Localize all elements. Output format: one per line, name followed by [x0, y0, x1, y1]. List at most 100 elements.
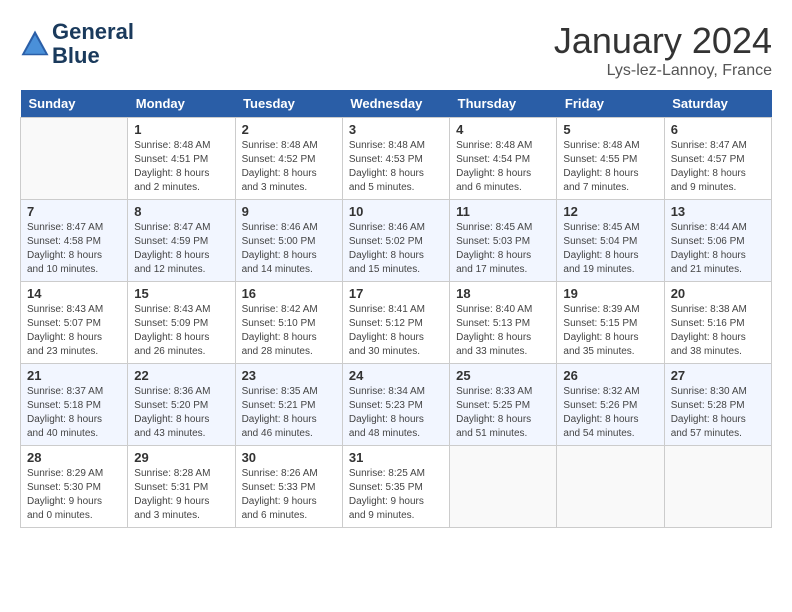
- day-info: Sunrise: 8:44 AMSunset: 5:06 PMDaylight:…: [671, 221, 765, 277]
- day-number: 4: [456, 122, 550, 137]
- day-info: Sunrise: 8:43 AMSunset: 5:07 PMDaylight:…: [27, 303, 121, 359]
- day-info: Sunrise: 8:45 AMSunset: 5:04 PMDaylight:…: [563, 221, 657, 277]
- day-info: Sunrise: 8:40 AMSunset: 5:13 PMDaylight:…: [456, 303, 550, 359]
- day-info: Sunrise: 8:26 AMSunset: 5:33 PMDaylight:…: [242, 467, 336, 523]
- day-number: 18: [456, 286, 550, 301]
- day-info: Sunrise: 8:34 AMSunset: 5:23 PMDaylight:…: [349, 385, 443, 441]
- day-info: Sunrise: 8:35 AMSunset: 5:21 PMDaylight:…: [242, 385, 336, 441]
- day-number: 24: [349, 368, 443, 383]
- day-info: Sunrise: 8:48 AMSunset: 4:55 PMDaylight:…: [563, 139, 657, 195]
- logo-line2: Blue: [52, 44, 134, 68]
- day-number: 8: [134, 204, 228, 219]
- day-info: Sunrise: 8:41 AMSunset: 5:12 PMDaylight:…: [349, 303, 443, 359]
- day-info: Sunrise: 8:25 AMSunset: 5:35 PMDaylight:…: [349, 467, 443, 523]
- calendar-cell: 17 Sunrise: 8:41 AMSunset: 5:12 PMDayligh…: [342, 282, 449, 364]
- day-info: Sunrise: 8:46 AMSunset: 5:02 PMDaylight:…: [349, 221, 443, 277]
- calendar-cell: [664, 446, 771, 528]
- day-number: 20: [671, 286, 765, 301]
- day-number: 16: [242, 286, 336, 301]
- day-number: 26: [563, 368, 657, 383]
- day-number: 12: [563, 204, 657, 219]
- day-number: 13: [671, 204, 765, 219]
- calendar-cell: 2Sunrise: 8:48 AMSunset: 4:52 PMDaylight…: [235, 118, 342, 200]
- day-info: Sunrise: 8:48 AMSunset: 4:52 PMDaylight:…: [242, 139, 336, 195]
- calendar-table: SundayMondayTuesdayWednesdayThursdayFrid…: [20, 90, 772, 528]
- calendar-cell: 28 Sunrise: 8:29 AMSunset: 5:30 PMDayligh…: [21, 446, 128, 528]
- column-header-thursday: Thursday: [450, 90, 557, 118]
- day-number: 23: [242, 368, 336, 383]
- calendar-cell: 9 Sunrise: 8:46 AMSunset: 5:00 PMDaylight…: [235, 200, 342, 282]
- location: Lys-lez-Lannoy, France: [554, 62, 772, 80]
- day-info: Sunrise: 8:33 AMSunset: 5:25 PMDaylight:…: [456, 385, 550, 441]
- day-info: Sunrise: 8:29 AMSunset: 5:30 PMDaylight:…: [27, 467, 121, 523]
- day-info: Sunrise: 8:42 AMSunset: 5:10 PMDaylight:…: [242, 303, 336, 359]
- day-info: Sunrise: 8:32 AMSunset: 5:26 PMDaylight:…: [563, 385, 657, 441]
- day-info: Sunrise: 8:28 AMSunset: 5:31 PMDaylight:…: [134, 467, 228, 523]
- calendar-cell: 24 Sunrise: 8:34 AMSunset: 5:23 PMDayligh…: [342, 364, 449, 446]
- calendar-cell: 12 Sunrise: 8:45 AMSunset: 5:04 PMDayligh…: [557, 200, 664, 282]
- page-header: General Blue January 2024 Lys-lez-Lannoy…: [20, 20, 772, 80]
- day-info: Sunrise: 8:45 AMSunset: 5:03 PMDaylight:…: [456, 221, 550, 277]
- calendar-cell: 31 Sunrise: 8:25 AMSunset: 5:35 PMDayligh…: [342, 446, 449, 528]
- calendar-cell: 8Sunrise: 8:47 AMSunset: 4:59 PMDaylight…: [128, 200, 235, 282]
- calendar-week-row: 14 Sunrise: 8:43 AMSunset: 5:07 PMDayligh…: [21, 282, 772, 364]
- day-info: Sunrise: 8:37 AMSunset: 5:18 PMDaylight:…: [27, 385, 121, 441]
- calendar-cell: 4 Sunrise: 8:48 AMSunset: 4:54 PMDaylight…: [450, 118, 557, 200]
- day-info: Sunrise: 8:43 AMSunset: 5:09 PMDaylight:…: [134, 303, 228, 359]
- day-info: Sunrise: 8:38 AMSunset: 5:16 PMDaylight:…: [671, 303, 765, 359]
- calendar-cell: 21 Sunrise: 8:37 AMSunset: 5:18 PMDayligh…: [21, 364, 128, 446]
- calendar-cell: 15 Sunrise: 8:43 AMSunset: 5:09 PMDayligh…: [128, 282, 235, 364]
- day-number: 14: [27, 286, 121, 301]
- calendar-cell: 16 Sunrise: 8:42 AMSunset: 5:10 PMDayligh…: [235, 282, 342, 364]
- day-number: 31: [349, 450, 443, 465]
- calendar-cell: 13 Sunrise: 8:44 AMSunset: 5:06 PMDayligh…: [664, 200, 771, 282]
- day-number: 9: [242, 204, 336, 219]
- day-info: Sunrise: 8:48 AMSunset: 4:54 PMDaylight:…: [456, 139, 550, 195]
- calendar-cell: 10Sunrise: 8:46 AMSunset: 5:02 PMDayligh…: [342, 200, 449, 282]
- day-number: 1: [134, 122, 228, 137]
- day-number: 7: [27, 204, 121, 219]
- calendar-cell: 6 Sunrise: 8:47 AMSunset: 4:57 PMDaylight…: [664, 118, 771, 200]
- day-number: 25: [456, 368, 550, 383]
- day-info: Sunrise: 8:46 AMSunset: 5:00 PMDaylight:…: [242, 221, 336, 277]
- day-info: Sunrise: 8:48 AMSunset: 4:53 PMDaylight:…: [349, 139, 443, 195]
- day-number: 6: [671, 122, 765, 137]
- calendar-week-row: 28 Sunrise: 8:29 AMSunset: 5:30 PMDayligh…: [21, 446, 772, 528]
- day-number: 22: [134, 368, 228, 383]
- day-number: 11: [456, 204, 550, 219]
- day-info: Sunrise: 8:39 AMSunset: 5:15 PMDaylight:…: [563, 303, 657, 359]
- column-header-tuesday: Tuesday: [235, 90, 342, 118]
- calendar-cell: 22 Sunrise: 8:36 AMSunset: 5:20 PMDayligh…: [128, 364, 235, 446]
- calendar-cell: 1 Sunrise: 8:48 AMSunset: 4:51 PMDaylight…: [128, 118, 235, 200]
- calendar-cell: [21, 118, 128, 200]
- column-header-wednesday: Wednesday: [342, 90, 449, 118]
- logo-icon: [20, 29, 50, 59]
- calendar-cell: 30 Sunrise: 8:26 AMSunset: 5:33 PMDayligh…: [235, 446, 342, 528]
- day-info: Sunrise: 8:30 AMSunset: 5:28 PMDaylight:…: [671, 385, 765, 441]
- calendar-cell: 14 Sunrise: 8:43 AMSunset: 5:07 PMDayligh…: [21, 282, 128, 364]
- calendar-cell: 20 Sunrise: 8:38 AMSunset: 5:16 PMDayligh…: [664, 282, 771, 364]
- day-number: 19: [563, 286, 657, 301]
- day-number: 15: [134, 286, 228, 301]
- day-number: 28: [27, 450, 121, 465]
- day-number: 17: [349, 286, 443, 301]
- column-header-monday: Monday: [128, 90, 235, 118]
- day-number: 30: [242, 450, 336, 465]
- day-info: Sunrise: 8:48 AMSunset: 4:51 PMDaylight:…: [134, 139, 228, 195]
- day-number: 5: [563, 122, 657, 137]
- calendar-header-row: SundayMondayTuesdayWednesdayThursdayFrid…: [21, 90, 772, 118]
- calendar-cell: [450, 446, 557, 528]
- day-info: Sunrise: 8:36 AMSunset: 5:20 PMDaylight:…: [134, 385, 228, 441]
- column-header-sunday: Sunday: [21, 90, 128, 118]
- day-info: Sunrise: 8:47 AMSunset: 4:58 PMDaylight:…: [27, 221, 121, 277]
- calendar-week-row: 21 Sunrise: 8:37 AMSunset: 5:18 PMDayligh…: [21, 364, 772, 446]
- calendar-cell: 19 Sunrise: 8:39 AMSunset: 5:15 PMDayligh…: [557, 282, 664, 364]
- calendar-cell: 25 Sunrise: 8:33 AMSunset: 5:25 PMDayligh…: [450, 364, 557, 446]
- calendar-cell: 5 Sunrise: 8:48 AMSunset: 4:55 PMDaylight…: [557, 118, 664, 200]
- day-info: Sunrise: 8:47 AMSunset: 4:57 PMDaylight:…: [671, 139, 765, 195]
- day-number: 21: [27, 368, 121, 383]
- calendar-cell: 26 Sunrise: 8:32 AMSunset: 5:26 PMDayligh…: [557, 364, 664, 446]
- logo-line1: General: [52, 20, 134, 44]
- column-header-saturday: Saturday: [664, 90, 771, 118]
- column-header-friday: Friday: [557, 90, 664, 118]
